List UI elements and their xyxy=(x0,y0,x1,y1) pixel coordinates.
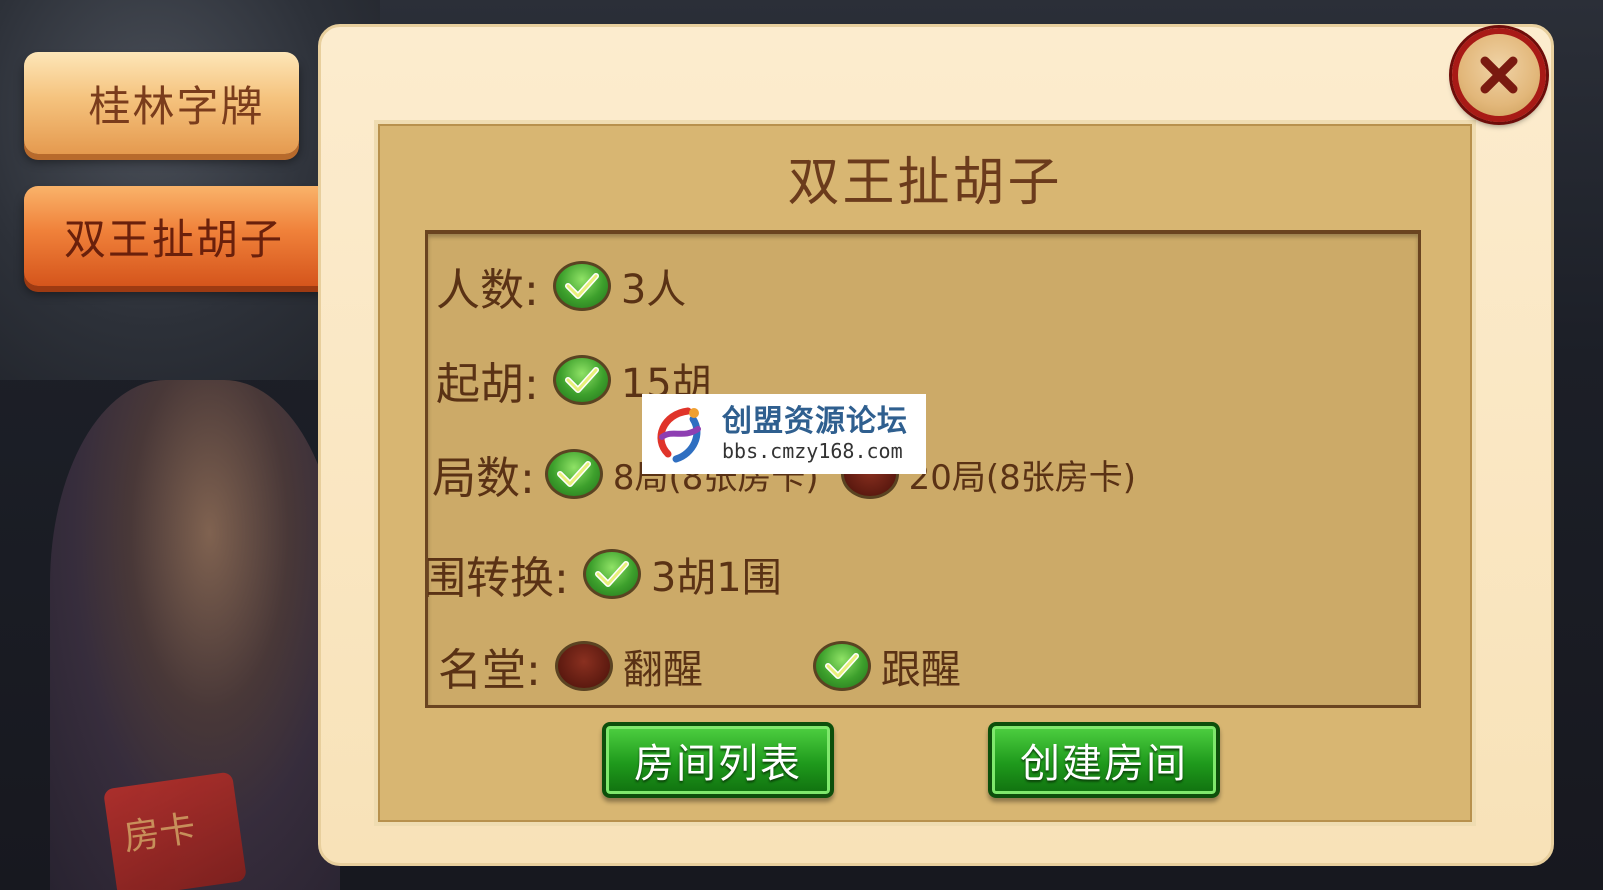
wei-convert-label: 围转换: xyxy=(425,553,569,604)
create-room-button[interactable]: 创建房间 xyxy=(988,722,1220,798)
row-wei-convert: 围转换: 3胡1围 xyxy=(425,544,782,604)
room-list-button[interactable]: 房间列表 xyxy=(602,722,834,798)
checked-radio-icon[interactable] xyxy=(552,355,611,405)
room-card-badge: 房卡 xyxy=(102,771,248,890)
rounds-label: 局数: xyxy=(432,453,535,504)
start-hu-label: 起胡: xyxy=(436,359,539,410)
option-text: 3胡1围 xyxy=(650,555,782,601)
option-3hu-1wei[interactable]: 3胡1围 xyxy=(582,545,782,603)
room-card-text: 房卡 xyxy=(121,808,199,859)
watermark: 创盟资源论坛 bbs.cmzy168.com xyxy=(642,394,926,474)
watermark-title: 创盟资源论坛 xyxy=(722,404,908,439)
option-3-players[interactable]: 3人 xyxy=(552,257,687,315)
option-text: 3人 xyxy=(620,267,687,313)
players-label: 人数: xyxy=(436,265,539,316)
panel-title: 双王扯胡子 xyxy=(787,153,1063,213)
tab-label: 桂林字牌 xyxy=(88,81,265,131)
option-fanxing[interactable]: 翻醒 xyxy=(554,637,703,695)
checked-radio-icon[interactable] xyxy=(582,549,641,599)
close-icon xyxy=(1480,56,1518,94)
forum-logo-icon xyxy=(657,407,701,463)
checked-radio-icon[interactable] xyxy=(544,449,603,499)
checked-radio-icon[interactable] xyxy=(552,261,611,311)
option-text: 跟醒 xyxy=(880,647,961,693)
option-genxing[interactable]: 跟醒 xyxy=(812,637,961,695)
ming-tang-label: 名堂: xyxy=(438,645,541,696)
option-text: 20局(8张房卡) xyxy=(908,457,1137,498)
option-text: 翻醒 xyxy=(622,647,703,693)
tab-guilin-zipai[interactable]: 桂林字牌 xyxy=(24,52,299,154)
watermark-url: bbs.cmzy168.com xyxy=(722,439,903,463)
unchecked-radio-icon[interactable] xyxy=(554,641,613,691)
row-ming-tang: 名堂: 翻醒 跟醒 xyxy=(438,636,961,696)
close-button[interactable] xyxy=(1452,28,1546,122)
row-players: 人数: 3人 xyxy=(436,256,686,316)
tab-shuangwang-chehuzi[interactable]: 双王扯胡子 xyxy=(24,186,354,286)
checked-radio-icon[interactable] xyxy=(812,641,871,691)
tab-label: 双王扯胡子 xyxy=(63,214,284,264)
